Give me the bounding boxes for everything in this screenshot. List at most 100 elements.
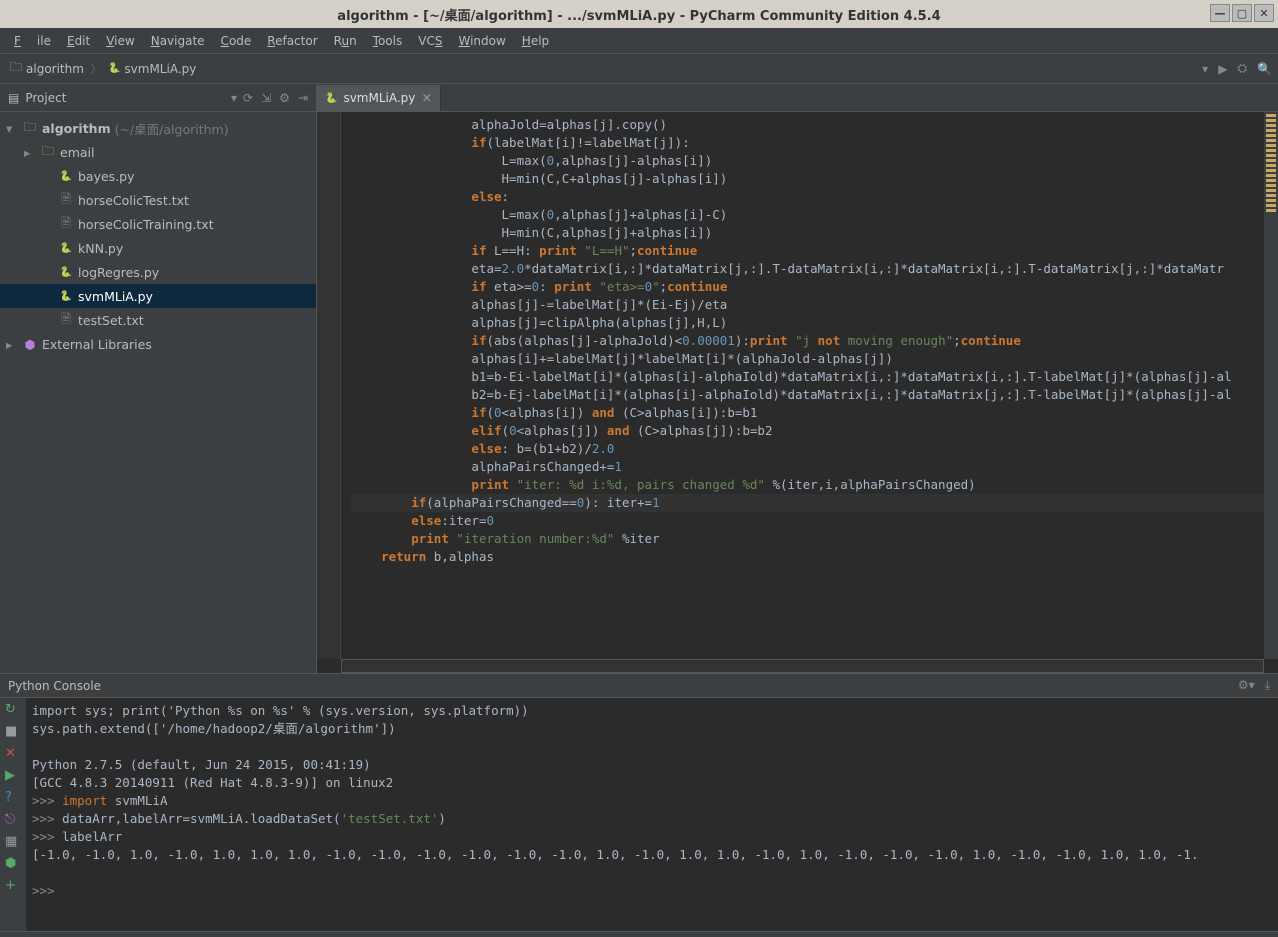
- menu-navigate[interactable]: Navigate: [143, 30, 213, 52]
- breadcrumb-separator: 〉: [90, 60, 102, 77]
- tree-item-label: svmMLiA.py: [78, 289, 153, 304]
- tree-item-logRegres-py[interactable]: 🐍logRegres.py: [0, 260, 316, 284]
- search-icon[interactable]: 🔍: [1257, 62, 1272, 76]
- menu-run[interactable]: Run: [326, 30, 365, 52]
- run-button-icon[interactable]: ▶: [1218, 62, 1227, 76]
- menu-window[interactable]: Window: [450, 30, 513, 52]
- breadcrumb-file[interactable]: 🐍 svmMLiA.py: [104, 60, 200, 78]
- tree-item-kNN-py[interactable]: 🐍 kNN.py: [0, 236, 316, 260]
- folder-icon: 🗀: [22, 118, 38, 139]
- folder-icon: 🗀: [10, 58, 22, 79]
- execute-icon[interactable]: ▶: [5, 768, 21, 784]
- project-view-icon: ▤: [8, 91, 19, 105]
- collapse-all-icon[interactable]: ⇲: [261, 91, 271, 105]
- project-tool-window: ▤ Project ▾ ⟳ ⇲ ⚙ ⇥ ▾ 🗀 algorithm (~/桌面/…: [0, 84, 317, 673]
- tree-item-label: kNN.py: [78, 241, 123, 256]
- menu-file[interactable]: File: [6, 30, 59, 52]
- tree-item-label: horseColicTest.txt: [78, 193, 189, 208]
- project-panel-title[interactable]: Project: [25, 91, 225, 105]
- menu-help[interactable]: Help: [514, 30, 557, 52]
- toolbar-right: ▾ ▶ ⛭ 🔍: [1202, 61, 1272, 76]
- hide-panel-icon[interactable]: ⇥: [298, 91, 308, 105]
- main-area: ▤ Project ▾ ⟳ ⇲ ⚙ ⇥ ▾ 🗀 algorithm (~/桌面/…: [0, 84, 1278, 673]
- console-body: ↻ ■ ✕ ▶ ? ⎋ ▦ ⬢ + import sys; print('Pyt…: [0, 698, 1278, 931]
- text-file-icon: 🗎: [58, 214, 74, 235]
- menu-view[interactable]: View: [98, 30, 142, 52]
- tree-item-label: email: [60, 145, 94, 160]
- project-panel-header: ▤ Project ▾ ⟳ ⇲ ⚙ ⇥: [0, 84, 316, 112]
- tree-item-label: bayes.py: [78, 169, 135, 184]
- menu-code[interactable]: Code: [213, 30, 260, 52]
- console-output[interactable]: import sys; print('Python %s on %s' % (s…: [26, 698, 1278, 931]
- rerun-icon[interactable]: ↻: [5, 702, 21, 718]
- close-console-icon[interactable]: ✕: [5, 746, 21, 762]
- tree-external-libraries[interactable]: ▸ ⬢ External Libraries: [0, 332, 316, 356]
- menu-vcs[interactable]: VCS: [410, 30, 450, 52]
- settings-gear-icon[interactable]: ⚙: [279, 91, 290, 105]
- text-file-icon: 🗎: [58, 310, 74, 331]
- python-file-icon: 🐍: [58, 243, 74, 254]
- tree-item-bayes-py[interactable]: 🐍 bayes.py: [0, 164, 316, 188]
- breadcrumb-root-label: algorithm: [26, 62, 84, 76]
- tree-item-label: horseColicTraining.txt: [78, 217, 214, 232]
- menu-refactor[interactable]: Refactor: [259, 30, 325, 52]
- window-title: algorithm - [~/桌面/algorithm] - .../svmML…: [337, 5, 940, 24]
- menu-edit[interactable]: Edit: [59, 30, 98, 52]
- editor-gutter[interactable]: [317, 112, 341, 659]
- debug-button-icon[interactable]: ⛭: [1237, 61, 1247, 76]
- console-toolbar: ↻ ■ ✕ ▶ ? ⎋ ▦ ⬢ +: [0, 698, 26, 931]
- show-vars-icon[interactable]: ▦: [5, 834, 21, 850]
- editor-tabs: 🐍 svmMLiA.py ×: [317, 84, 1278, 112]
- project-tree[interactable]: ▾ 🗀 algorithm (~/桌面/algorithm) ▸ 🗀 email 🐍 b…: [0, 112, 316, 360]
- tree-root[interactable]: ▾ 🗀 algorithm (~/桌面/algorithm): [0, 116, 316, 140]
- expand-arrow-icon[interactable]: ▾: [6, 121, 18, 136]
- tree-item-label: logRegres.py: [78, 265, 159, 280]
- tree-item-email[interactable]: ▸ 🗀 email: [0, 140, 316, 164]
- editor-tab-label: svmMLiA.py: [343, 91, 415, 105]
- external-libraries-label: External Libraries: [42, 337, 152, 352]
- console-hide-icon[interactable]: ⤓: [1265, 678, 1270, 693]
- editor-tab-svmmlia[interactable]: 🐍 svmMLiA.py ×: [317, 85, 441, 111]
- scroll-from-source-icon[interactable]: ⟳: [243, 91, 253, 105]
- project-view-dropdown[interactable]: ▾: [231, 91, 237, 105]
- python-file-icon: 🐍: [108, 63, 120, 74]
- maximize-button[interactable]: ▢: [1232, 4, 1252, 22]
- python-file-icon: 🐍: [58, 291, 74, 302]
- folder-icon: 🗀: [40, 142, 56, 163]
- expand-arrow-icon[interactable]: ▸: [24, 145, 36, 160]
- browse-history-icon[interactable]: ⎋: [5, 812, 21, 828]
- editor-area: 🐍 svmMLiA.py × alphaJold=alphas[j].copy(…: [317, 84, 1278, 673]
- run-config-dropdown[interactable]: ▾: [1202, 62, 1208, 76]
- python-file-icon: 🐍: [58, 171, 74, 182]
- breadcrumb-file-label: svmMLiA.py: [124, 62, 196, 76]
- breadcrumb-root[interactable]: 🗀 algorithm: [6, 56, 88, 81]
- error-stripe[interactable]: [1264, 112, 1278, 659]
- tree-item-testSet-txt[interactable]: 🗎testSet.txt: [0, 308, 316, 332]
- menubar: File Edit View Navigate Code Refactor Ru…: [0, 28, 1278, 54]
- console-settings-icon[interactable]: ⚙▾: [1238, 678, 1255, 693]
- help-icon[interactable]: ?: [5, 790, 21, 806]
- tree-item-horseColicTraining-txt[interactable]: 🗎 horseColicTraining.txt: [0, 212, 316, 236]
- tree-item-svmMLiA-py[interactable]: 🐍 svmMLiA.py: [0, 284, 316, 308]
- console-title: Python Console: [8, 679, 101, 693]
- new-console-icon[interactable]: +: [5, 878, 21, 894]
- text-file-icon: 🗎: [58, 190, 74, 211]
- close-button[interactable]: ✕: [1254, 4, 1274, 22]
- breadcrumb: 🗀 algorithm 〉 🐍 svmMLiA.py: [6, 56, 200, 81]
- console-header: Python Console ⚙▾ ⤓: [0, 674, 1278, 698]
- debug-icon[interactable]: ⬢: [5, 856, 21, 872]
- status-bar: [0, 931, 1278, 937]
- stop-icon[interactable]: ■: [5, 724, 21, 740]
- tree-item-horseColicTest-txt[interactable]: 🗎 horseColicTest.txt: [0, 188, 316, 212]
- python-console-panel: Python Console ⚙▾ ⤓ ↻ ■ ✕ ▶ ? ⎋ ▦ ⬢ + im…: [0, 673, 1278, 931]
- close-tab-icon[interactable]: ×: [421, 91, 432, 106]
- python-file-icon: 🐍: [325, 93, 337, 104]
- navigation-bar: 🗀 algorithm 〉 🐍 svmMLiA.py ▾ ▶ ⛭ 🔍: [0, 54, 1278, 84]
- horizontal-scrollbar[interactable]: [341, 659, 1264, 673]
- menu-tools[interactable]: Tools: [365, 30, 411, 52]
- code-text[interactable]: alphaJold=alphas[j].copy() if(labelMat[i…: [341, 112, 1264, 659]
- window-controls: — ▢ ✕: [1210, 4, 1274, 22]
- code-editor[interactable]: alphaJold=alphas[j].copy() if(labelMat[i…: [317, 112, 1278, 659]
- expand-arrow-icon[interactable]: ▸: [6, 337, 18, 352]
- minimize-button[interactable]: —: [1210, 4, 1230, 22]
